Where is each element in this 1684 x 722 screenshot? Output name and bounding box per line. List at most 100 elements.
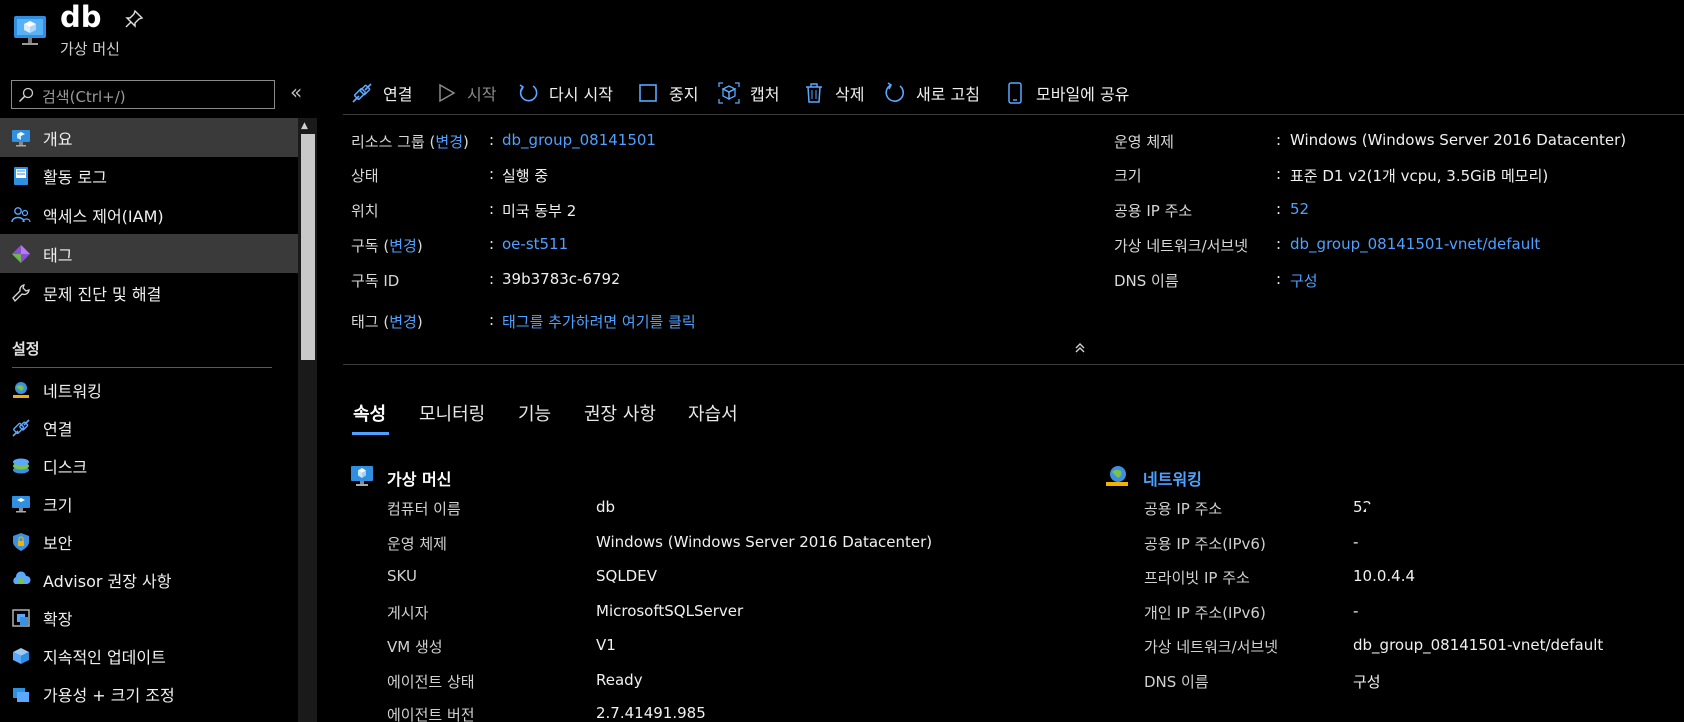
iam-icon	[11, 205, 31, 225]
start-button[interactable]: 시작	[435, 80, 496, 106]
prop-value: Ready	[596, 671, 643, 689]
location-label: 위치	[351, 202, 379, 220]
sidebar-item-security[interactable]: 보안	[0, 522, 298, 561]
tab-monitoring[interactable]: 모니터링	[419, 400, 485, 426]
refresh-icon	[884, 82, 906, 104]
virtual-machine-icon	[350, 464, 374, 488]
page-title: db	[60, 0, 102, 34]
capture-button[interactable]: 캡처	[718, 80, 779, 106]
delete-button[interactable]: 삭제	[803, 80, 864, 106]
prop-value: 10.0.4.4	[1353, 567, 1416, 585]
sidebar-item-advisor[interactable]: Advisor 권장 사항	[0, 560, 298, 599]
networking-icon	[1104, 464, 1130, 488]
refresh-button[interactable]: 새로 고침	[884, 80, 980, 106]
dns-configure-link[interactable]: 구성	[1353, 671, 1381, 692]
collapse-essentials-icon[interactable]	[1074, 342, 1086, 358]
scroll-up-arrow-icon[interactable]: ▲	[301, 121, 308, 131]
sidebar-item-size[interactable]: 크기	[0, 484, 298, 523]
prop-label: SKU	[387, 567, 417, 585]
sidebar-item-label: 활동 로그	[43, 167, 107, 187]
tab-capabilities[interactable]: 기능	[518, 400, 551, 426]
pin-icon[interactable]	[124, 9, 144, 29]
page-subtitle: 가상 머신	[60, 40, 120, 58]
disk-icon	[11, 456, 31, 476]
security-icon	[11, 532, 31, 552]
prop-value: -	[1353, 533, 1359, 551]
change-subscription-link[interactable]: 변경	[389, 237, 417, 255]
prop-label: 게시자	[387, 604, 429, 622]
prop-label: 운영 체제	[387, 535, 447, 553]
sidebar-item-label: 개요	[43, 129, 73, 149]
tab-recommendations[interactable]: 권장 사항	[584, 400, 656, 426]
prop-label: VM 생성	[387, 638, 443, 656]
change-resource-group-link[interactable]: 변경	[435, 133, 463, 151]
sidebar-item-label: 문제 진단 및 해결	[43, 284, 162, 304]
prop-label: DNS 이름	[1144, 673, 1209, 691]
tab-properties[interactable]: 속성	[353, 400, 386, 426]
overview-icon	[11, 128, 31, 148]
sidebar-item-connect[interactable]: 연결	[0, 408, 298, 447]
virtual-machine-icon	[12, 12, 48, 48]
activity-log-icon	[11, 166, 31, 186]
sidebar-item-label: 확장	[43, 609, 73, 629]
share-to-mobile-button[interactable]: 모바일에 공유	[1004, 80, 1129, 106]
essentials-divider	[343, 364, 1684, 365]
toolbar-divider	[343, 114, 1684, 115]
dns-configure-link[interactable]: 구성	[1290, 270, 1318, 291]
sidebar-item-availability[interactable]: 가용성 + 크기 조정	[0, 674, 298, 713]
restart-icon	[517, 82, 539, 104]
subscription-link[interactable]: oe-st511	[502, 235, 568, 253]
extensions-icon	[11, 608, 31, 628]
vnet-label: 가상 네트워크/서브넷	[1114, 237, 1249, 255]
sidebar-item-label: Advisor 권장 사항	[43, 571, 172, 591]
change-tags-link[interactable]: 변경	[389, 313, 417, 331]
prop-label: 컴퓨터 이름	[387, 500, 461, 518]
networking-section-title[interactable]: 네트워킹	[1143, 466, 1202, 490]
os-label: 운영 체제	[1114, 133, 1174, 151]
add-tags-link[interactable]: 태그를 추가하려면 여기를 클릭	[502, 311, 696, 332]
sidebar-item-iam[interactable]: 액세스 제어(IAM)	[0, 195, 298, 234]
availability-icon	[11, 684, 31, 704]
prop-label: 공용 IP 주소	[1144, 500, 1223, 518]
sidebar-item-overview[interactable]: 개요	[0, 118, 298, 157]
redaction-mark	[618, 268, 828, 292]
redaction-mark	[1308, 198, 1388, 220]
redaction-mark	[1366, 496, 1476, 530]
prop-value: 2.7.41491.985	[596, 704, 706, 722]
sidebar-item-extensions[interactable]: 확장	[0, 598, 298, 637]
tab-tutorials[interactable]: 자습서	[688, 400, 738, 426]
size-value: 표준 D1 v2(1개 vcpu, 3.5GiB 메모리)	[1290, 167, 1549, 185]
prop-label: 프라이빗 IP 주소	[1144, 569, 1250, 587]
vnet-link[interactable]: db_group_08141501-vnet/default	[1353, 636, 1603, 654]
prop-value: MicrosoftSQLServer	[596, 602, 744, 620]
status-value: 실행 중	[502, 167, 549, 185]
sidebar-item-tags[interactable]: 태그	[0, 234, 298, 273]
resource-group-link[interactable]: db_group_08141501	[502, 131, 656, 149]
sidebar-item-disk[interactable]: 디스크	[0, 446, 298, 485]
restart-button[interactable]: 다시 시작	[517, 80, 613, 106]
scrollbar-thumb[interactable]	[301, 134, 315, 360]
dns-label: DNS 이름	[1114, 272, 1179, 290]
networking-icon	[11, 380, 31, 400]
sidebar-item-label: 태그	[43, 245, 73, 265]
prop-label: 가상 네트워크/서브넷	[1144, 638, 1279, 656]
vnet-link[interactable]: db_group_08141501-vnet/default	[1290, 235, 1540, 253]
sidebar-item-diagnose[interactable]: 문제 진단 및 해결	[0, 273, 298, 312]
sidebar-item-activity-log[interactable]: 활동 로그	[0, 156, 298, 195]
os-value: Windows (Windows Server 2016 Datacenter)	[1290, 131, 1627, 149]
trash-icon	[803, 82, 825, 104]
resource-group-label: 리소스 그룹 (변경)	[351, 133, 469, 151]
prop-value: V1	[596, 636, 616, 654]
wrench-icon	[11, 283, 31, 303]
sidebar-item-label: 크기	[43, 495, 73, 515]
connect-icon	[351, 82, 373, 104]
active-tab-indicator	[352, 432, 389, 435]
play-icon	[435, 82, 457, 104]
connect-button[interactable]: 연결	[351, 80, 412, 106]
sidebar-item-networking[interactable]: 네트워킹	[0, 370, 298, 409]
stop-button[interactable]: 중지	[637, 80, 698, 106]
collapse-sidebar-button[interactable]: «	[290, 80, 302, 104]
search-input[interactable]: 검색(Ctrl+/)	[11, 80, 275, 109]
sidebar-item-continuous-update[interactable]: 지속적인 업데이트	[0, 636, 298, 675]
sidebar-item-label: 액세스 제어(IAM)	[43, 206, 164, 226]
